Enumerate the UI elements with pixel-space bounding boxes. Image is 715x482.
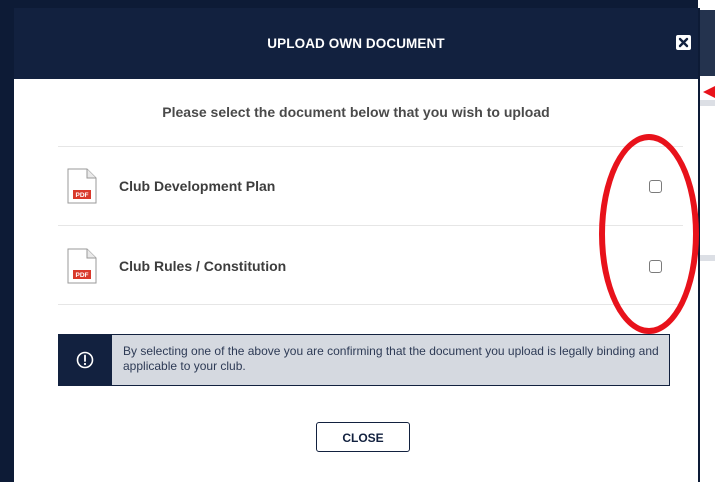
exclamation-circle-icon xyxy=(76,351,94,369)
backdrop-line xyxy=(700,255,715,261)
page-backdrop-left xyxy=(0,0,14,482)
divider xyxy=(58,304,683,305)
pdf-badge-text: PDF xyxy=(76,272,89,279)
close-button[interactable]: CLOSE xyxy=(316,422,410,452)
pdf-icon: PDF xyxy=(67,168,97,204)
close-x-icon xyxy=(678,37,689,48)
red-annotation-arrow xyxy=(703,86,715,98)
modal-header: UPLOAD OWN DOCUMENT xyxy=(14,8,698,79)
document-option-club-development-plan[interactable]: PDF Club Development Plan xyxy=(58,147,683,225)
confirmation-notice: By selecting one of the above you are co… xyxy=(58,334,670,386)
pdf-icon: PDF xyxy=(67,248,97,284)
notice-icon-area xyxy=(59,335,112,385)
backdrop-edge xyxy=(698,8,700,482)
pdf-badge-text: PDF xyxy=(76,192,89,199)
upload-document-modal: UPLOAD OWN DOCUMENT Please select the do… xyxy=(14,8,698,482)
notice-text: By selecting one of the above you are co… xyxy=(123,344,659,373)
document-checkbox-club-rules-constitution[interactable] xyxy=(649,260,662,273)
backdrop-line xyxy=(700,100,715,106)
document-label: Club Development Plan xyxy=(119,178,276,194)
backdrop-panel xyxy=(700,10,715,76)
document-option-club-rules-constitution[interactable]: PDF Club Rules / Constitution xyxy=(58,226,683,304)
close-x-button[interactable] xyxy=(676,35,691,50)
page-backdrop-right xyxy=(698,0,715,482)
modal-title: UPLOAD OWN DOCUMENT xyxy=(267,36,445,51)
document-checkbox-club-development-plan[interactable] xyxy=(649,180,662,193)
modal-subtitle: Please select the document below that yo… xyxy=(162,104,550,120)
page-backdrop-top xyxy=(0,0,715,8)
document-label: Club Rules / Constitution xyxy=(119,258,287,274)
